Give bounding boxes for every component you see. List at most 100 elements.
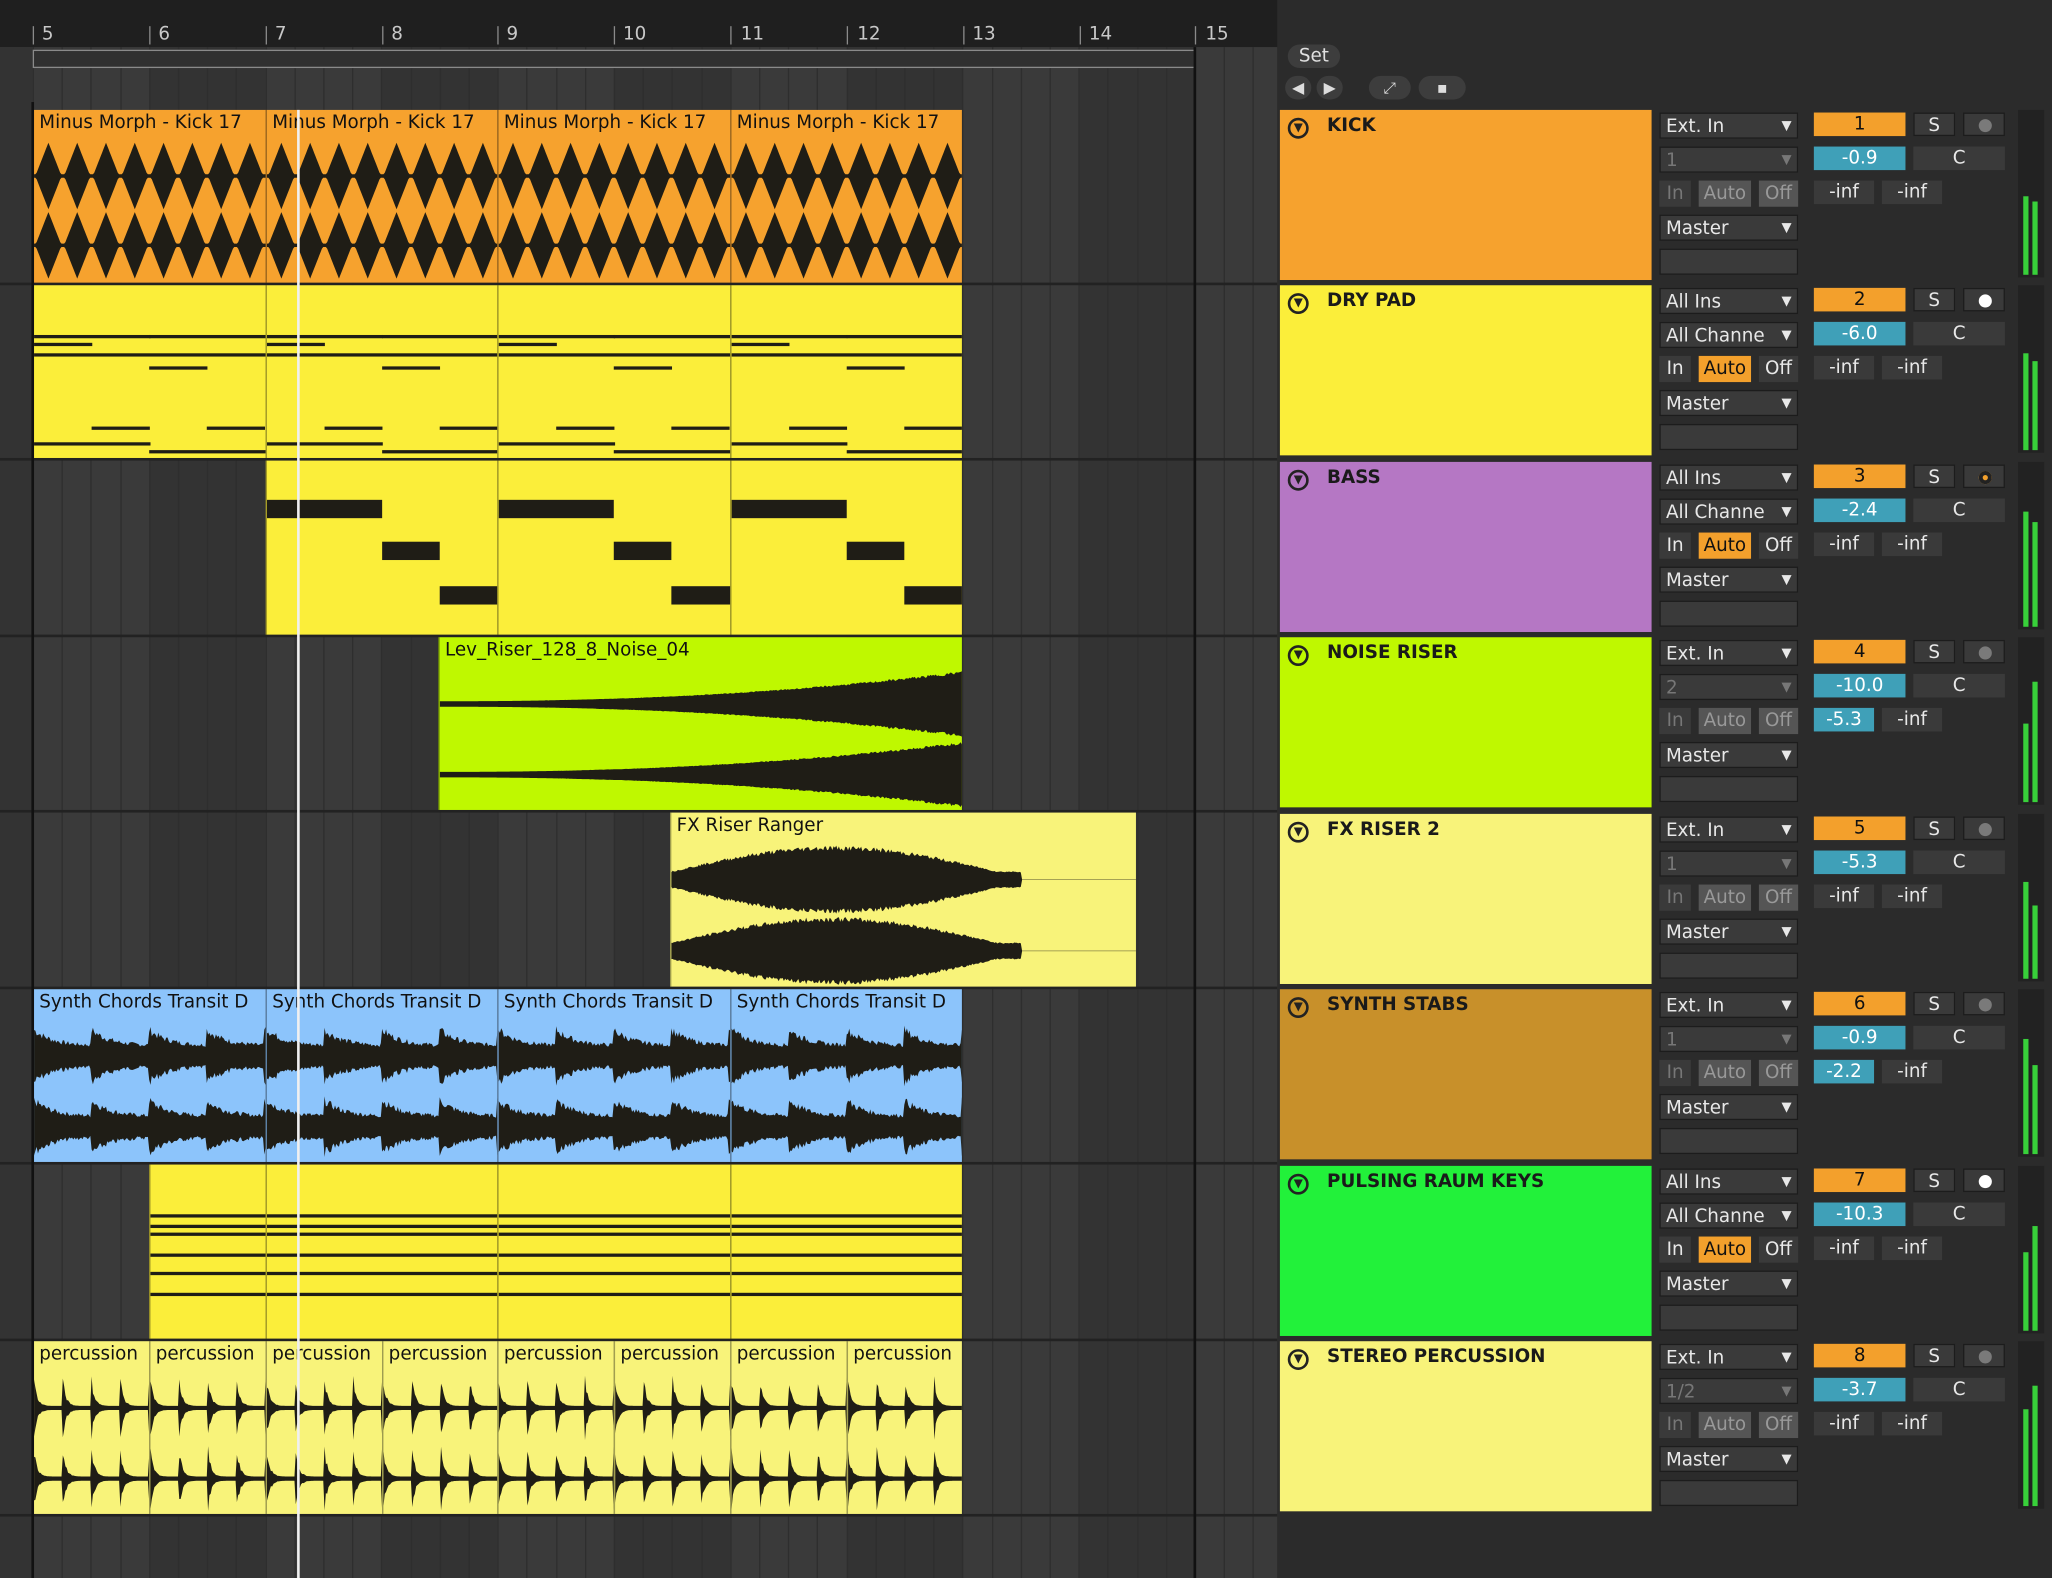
midi-clip[interactable] bbox=[730, 1164, 962, 1339]
track-header[interactable]: ▼ KICK Ext. In ▼ 1 ▼ In Auto Off Master ▼ 1… bbox=[1277, 107, 2052, 281]
expand-icon[interactable]: ⤢ bbox=[1368, 75, 1411, 100]
audio-clip[interactable]: Minus Morph - Kick 17 bbox=[32, 109, 266, 283]
audio-clip[interactable]: Synth Chords Transit D bbox=[32, 989, 266, 1162]
arrow-left-icon[interactable]: ◀ bbox=[1285, 75, 1312, 100]
input-type-select[interactable]: All Ins ▼ bbox=[1659, 287, 1799, 315]
crossfade-button[interactable]: C bbox=[1913, 673, 2005, 698]
volume-field[interactable]: -3.7 bbox=[1813, 1377, 1906, 1402]
volume-field[interactable]: -0.9 bbox=[1813, 146, 1906, 171]
solo-button[interactable]: S bbox=[1913, 287, 1956, 312]
input-type-select[interactable]: Ext. In ▼ bbox=[1659, 816, 1799, 843]
send-a-field[interactable]: -inf bbox=[1813, 884, 1875, 909]
track-name-area[interactable]: ▼ DRY PAD bbox=[1279, 285, 1652, 456]
send-a-field[interactable]: -inf bbox=[1813, 1236, 1875, 1261]
arm-button[interactable] bbox=[1963, 1168, 2005, 1193]
monitor-auto-button[interactable]: Auto bbox=[1698, 884, 1752, 911]
track-name-area[interactable]: ▼ NOISE RISER bbox=[1279, 637, 1652, 808]
midi-clip[interactable] bbox=[265, 1164, 498, 1339]
midi-clip[interactable] bbox=[32, 285, 266, 458]
send-b-field[interactable]: -inf bbox=[1881, 884, 1943, 909]
crossfade-button[interactable]: C bbox=[1913, 321, 2005, 346]
monitor-in-button[interactable]: In bbox=[1659, 1236, 1691, 1263]
audio-clip[interactable]: percussion bbox=[32, 1341, 150, 1514]
output-select[interactable]: Master ▼ bbox=[1659, 918, 1799, 945]
midi-clip[interactable] bbox=[497, 1164, 731, 1339]
solo-button[interactable]: S bbox=[1913, 112, 1956, 137]
audio-clip[interactable]: percussion bbox=[149, 1341, 266, 1514]
midi-clip[interactable] bbox=[265, 460, 498, 635]
solo-button[interactable]: S bbox=[1913, 1168, 1956, 1193]
monitor-off-button[interactable]: Off bbox=[1758, 532, 1799, 559]
output-select[interactable]: Master ▼ bbox=[1659, 389, 1799, 417]
send-a-field[interactable]: -inf bbox=[1813, 532, 1875, 557]
fold-triangle-icon[interactable]: ▼ bbox=[1287, 469, 1309, 491]
monitor-auto-button[interactable]: Auto bbox=[1698, 532, 1752, 559]
fold-triangle-icon[interactable]: ▼ bbox=[1287, 117, 1309, 139]
midi-clip[interactable] bbox=[497, 285, 731, 458]
arm-button[interactable] bbox=[1963, 991, 2005, 1016]
track-activator[interactable]: 4 bbox=[1813, 639, 1906, 664]
crossfade-button[interactable]: C bbox=[1913, 146, 2005, 171]
solo-button[interactable]: S bbox=[1913, 816, 1956, 841]
input-channel-select[interactable]: All Channe ▼ bbox=[1659, 1202, 1799, 1229]
output-select[interactable]: Master ▼ bbox=[1659, 741, 1799, 769]
monitor-auto-button[interactable]: Auto bbox=[1698, 355, 1752, 383]
track-header[interactable]: ▼ BASS All Ins ▼ All Channe ▼ In Auto Off … bbox=[1277, 459, 2052, 633]
audio-clip[interactable]: Synth Chords Transit D bbox=[265, 989, 498, 1162]
input-channel-select[interactable]: 1 ▼ bbox=[1659, 1025, 1799, 1053]
arm-button[interactable] bbox=[1963, 639, 2005, 664]
send-b-field[interactable]: -inf bbox=[1881, 532, 1943, 557]
audio-clip[interactable]: Lev_Riser_128_8_Noise_04 bbox=[438, 637, 962, 810]
monitor-in-button[interactable]: In bbox=[1659, 884, 1691, 911]
output-channel-select[interactable] bbox=[1659, 423, 1799, 451]
output-select[interactable]: Master ▼ bbox=[1659, 1445, 1799, 1473]
solo-button[interactable]: S bbox=[1913, 639, 1956, 664]
input-channel-select[interactable]: All Channe ▼ bbox=[1659, 321, 1799, 349]
output-select[interactable]: Master ▼ bbox=[1659, 566, 1799, 593]
audio-clip[interactable]: Synth Chords Transit D bbox=[730, 989, 962, 1162]
input-channel-select[interactable]: 1 ▼ bbox=[1659, 146, 1799, 173]
audio-clip[interactable]: percussion bbox=[382, 1341, 498, 1514]
monitor-off-button[interactable]: Off bbox=[1758, 1411, 1799, 1439]
output-select[interactable]: Master ▼ bbox=[1659, 1270, 1799, 1297]
arm-button[interactable] bbox=[1963, 1343, 2005, 1368]
track-name-area[interactable]: ▼ FX RISER 2 bbox=[1279, 813, 1652, 984]
send-a-field[interactable]: -2.2 bbox=[1813, 1059, 1875, 1084]
track-name-area[interactable]: ▼ SYNTH STABS bbox=[1279, 989, 1652, 1160]
output-channel-select[interactable] bbox=[1659, 1127, 1799, 1155]
send-b-field[interactable]: -inf bbox=[1881, 355, 1943, 380]
beat-ruler[interactable]: 5 6 7 8 9 10 11 12 13 14 15 bbox=[0, 0, 1278, 48]
input-channel-select[interactable]: 2 ▼ bbox=[1659, 673, 1799, 701]
output-channel-select[interactable] bbox=[1659, 1479, 1799, 1507]
input-channel-select[interactable]: All Channe ▼ bbox=[1659, 498, 1799, 525]
input-type-select[interactable]: Ext. In ▼ bbox=[1659, 1343, 1799, 1370]
audio-clip[interactable]: percussion bbox=[846, 1341, 962, 1514]
monitor-off-button[interactable]: Off bbox=[1758, 1236, 1799, 1263]
output-select[interactable]: Master ▼ bbox=[1659, 1093, 1799, 1121]
monitor-in-button[interactable]: In bbox=[1659, 355, 1691, 383]
track-header[interactable]: ▼ SYNTH STABS Ext. In ▼ 1 ▼ In Auto Off Ma… bbox=[1277, 987, 2052, 1160]
track-name-area[interactable]: ▼ STEREO PERCUSSION bbox=[1279, 1341, 1652, 1512]
send-b-field[interactable]: -inf bbox=[1881, 180, 1943, 205]
monitor-auto-button[interactable]: Auto bbox=[1698, 1411, 1752, 1439]
crossfade-button[interactable]: C bbox=[1913, 850, 2005, 875]
solo-button[interactable]: S bbox=[1913, 1343, 1956, 1368]
fold-triangle-icon[interactable]: ▼ bbox=[1287, 645, 1309, 667]
midi-clip[interactable] bbox=[149, 1164, 266, 1339]
send-b-field[interactable]: -inf bbox=[1881, 707, 1943, 732]
monitor-auto-button[interactable]: Auto bbox=[1698, 180, 1752, 207]
send-a-field[interactable]: -5.3 bbox=[1813, 707, 1875, 732]
output-channel-select[interactable] bbox=[1659, 952, 1799, 979]
monitor-off-button[interactable]: Off bbox=[1758, 355, 1799, 383]
output-channel-select[interactable] bbox=[1659, 600, 1799, 627]
arm-button[interactable] bbox=[1963, 112, 2005, 137]
audio-clip[interactable]: Synth Chords Transit D bbox=[497, 989, 731, 1162]
fold-triangle-icon[interactable]: ▼ bbox=[1287, 997, 1309, 1019]
track-name-area[interactable]: ▼ BASS bbox=[1279, 461, 1652, 633]
monitor-in-button[interactable]: In bbox=[1659, 1411, 1691, 1439]
playhead[interactable] bbox=[297, 109, 300, 1578]
loop-brace[interactable] bbox=[32, 49, 1195, 69]
track-name-area[interactable]: ▼ KICK bbox=[1279, 109, 1652, 281]
volume-field[interactable]: -0.9 bbox=[1813, 1025, 1906, 1050]
monitor-in-button[interactable]: In bbox=[1659, 1059, 1691, 1087]
